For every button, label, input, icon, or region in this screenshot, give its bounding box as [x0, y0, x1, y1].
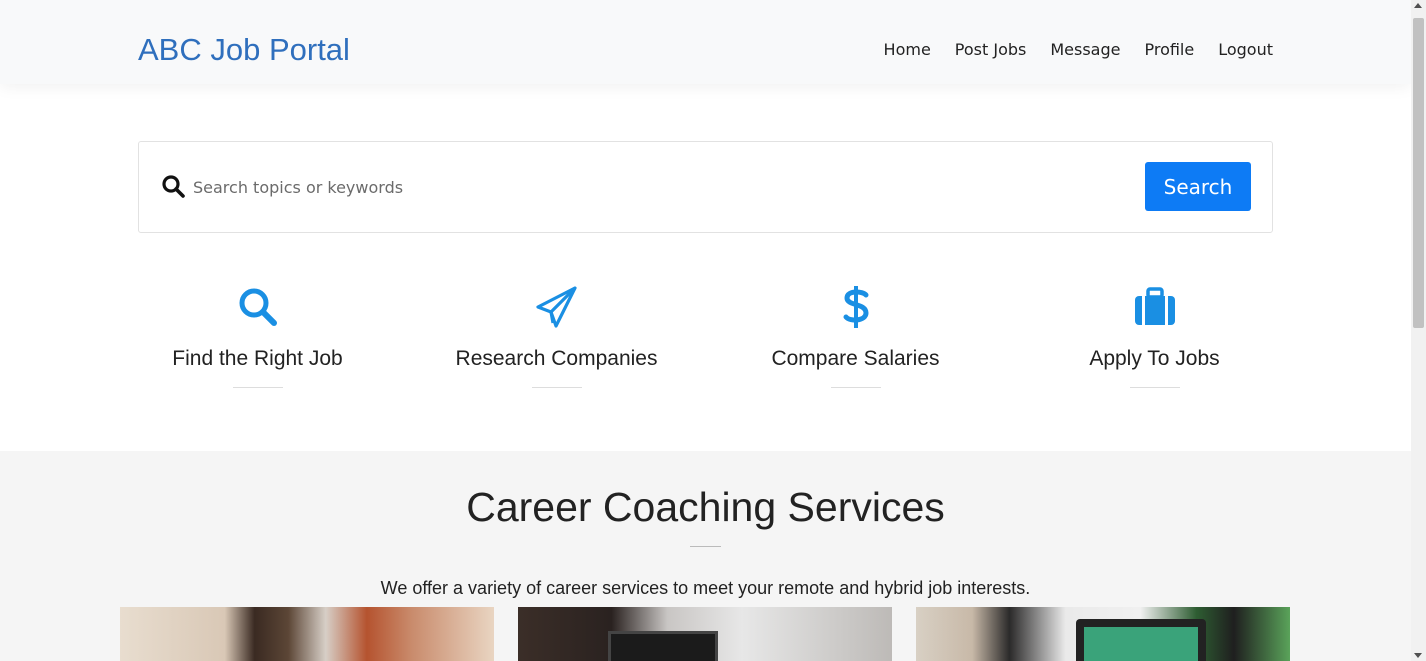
laptop-screen-image — [608, 631, 718, 661]
site-header: ABC Job Portal Home Post Jobs Message Pr… — [0, 0, 1411, 84]
feature-divider — [531, 387, 582, 388]
feature-compare-salaries[interactable]: Compare Salaries — [706, 283, 1005, 388]
search-icon — [108, 283, 407, 331]
feature-label: Find the Right Job — [172, 347, 343, 370]
scroll-up-icon[interactable] — [1414, 3, 1422, 8]
feature-label: Research Companies — [455, 347, 658, 370]
feature-research-companies[interactable]: Research Companies — [407, 283, 706, 388]
section-subtitle: We offer a variety of career services to… — [380, 578, 1031, 598]
features-row: Find the Right Job Research Companies Co… — [108, 283, 1304, 388]
nav-message[interactable]: Message — [1050, 40, 1120, 59]
feature-find-job[interactable]: Find the Right Job — [108, 283, 407, 388]
paper-plane-icon — [407, 283, 706, 331]
search-button[interactable]: Search — [1145, 162, 1251, 211]
nav-home[interactable]: Home — [884, 40, 931, 59]
feature-label: Apply To Jobs — [1089, 347, 1220, 370]
brand-logo[interactable]: ABC Job Portal — [138, 32, 350, 68]
nav-logout[interactable]: Logout — [1218, 40, 1273, 59]
section-divider — [690, 546, 721, 547]
search-icon — [161, 174, 185, 198]
search-box: Search — [138, 141, 1273, 233]
nav-post-jobs[interactable]: Post Jobs — [955, 40, 1027, 59]
feature-label: Compare Salaries — [771, 347, 940, 370]
main-nav: Home Post Jobs Message Profile Logout — [884, 40, 1273, 59]
service-card-image-2[interactable] — [518, 607, 892, 661]
scroll-down-icon[interactable] — [1414, 653, 1422, 658]
page-scrollbar[interactable] — [1411, 0, 1426, 661]
briefcase-icon — [1005, 283, 1304, 331]
feature-divider — [1129, 387, 1180, 388]
service-card-image-3[interactable] — [916, 607, 1290, 661]
scrollbar-thumb[interactable] — [1413, 18, 1424, 328]
dollar-icon — [706, 283, 1005, 331]
monitor-image — [1076, 619, 1206, 661]
feature-divider — [830, 387, 881, 388]
nav-profile[interactable]: Profile — [1144, 40, 1194, 59]
feature-apply-jobs[interactable]: Apply To Jobs — [1005, 283, 1304, 388]
search-input[interactable] — [193, 172, 1093, 202]
career-coaching-section: Career Coaching Services We offer a vari… — [0, 451, 1411, 661]
section-title: Career Coaching Services — [466, 484, 945, 530]
feature-divider — [232, 387, 283, 388]
service-card-image-1[interactable] — [120, 607, 494, 661]
